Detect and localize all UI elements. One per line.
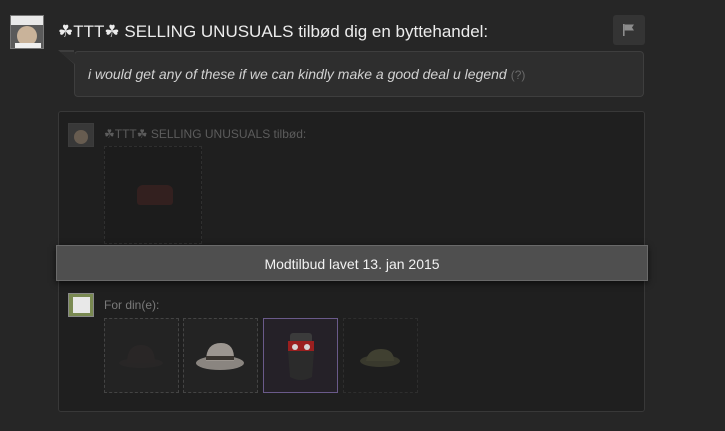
my-item-slot-2[interactable] (183, 318, 258, 393)
my-item-slot-4[interactable] (343, 318, 418, 393)
message-bubble: i would get any of these if we can kindl… (74, 51, 644, 97)
message-help-link[interactable]: (?) (511, 68, 526, 82)
cap-item-icon (360, 349, 400, 367)
report-flag-button[interactable] (613, 15, 645, 45)
mask-item-icon (288, 333, 314, 380)
my-item-slot-1[interactable] (104, 318, 179, 393)
message-text: i would get any of these if we can kindl… (88, 66, 507, 82)
message-text-wrap: i would get any of these if we can kindl… (88, 66, 525, 82)
message-bubble-tail-inner (60, 52, 75, 64)
partner-item-slot[interactable] (104, 146, 202, 244)
avatar-cap (11, 16, 43, 25)
trade-offer-title: ☘TTT☘ SELLING UNUSUALS tilbød dig en byt… (58, 22, 489, 41)
user-avatar[interactable] (10, 15, 44, 49)
my-items-label: For din(e): (104, 298, 160, 312)
partner-avatar-face (74, 130, 88, 144)
countered-text: Modtilbud lavet 13. jan 2015 (264, 256, 440, 272)
fedora-hat-icon (196, 343, 244, 370)
my-avatar[interactable] (68, 293, 94, 317)
hat-item-icon (137, 185, 173, 205)
partner-offer-label: ☘TTT☘ SELLING UNUSUALS tilbød: (104, 127, 307, 141)
bowler-hat-icon (119, 345, 163, 368)
my-avatar-image (73, 297, 90, 313)
flag-icon (623, 24, 634, 36)
avatar-caption (15, 43, 41, 48)
partner-avatar[interactable] (68, 123, 94, 147)
my-item-slot-3[interactable] (263, 318, 338, 393)
countered-banner: Modtilbud lavet 13. jan 2015 (56, 245, 648, 281)
